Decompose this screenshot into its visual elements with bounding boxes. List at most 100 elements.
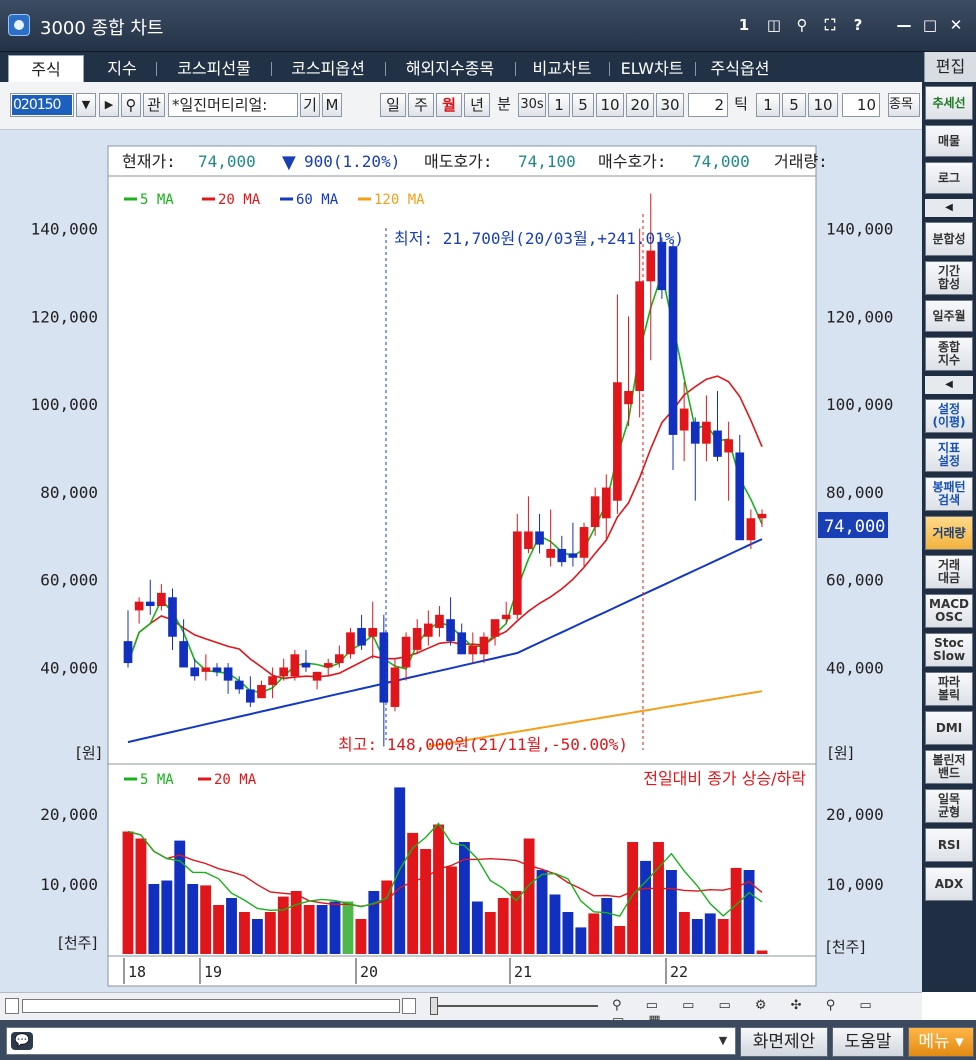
y-tick-left-0: 140,000 xyxy=(31,220,98,239)
next-stock-icon[interactable]: ▶ xyxy=(99,93,119,117)
period-year-button[interactable]: 년 xyxy=(464,93,490,117)
period-1-button[interactable]: 1 xyxy=(548,93,570,117)
sidebar-item-4[interactable]: 분합성 xyxy=(925,222,973,256)
screen-suggest-button[interactable]: 화면제안 xyxy=(740,1027,828,1057)
pin-icon[interactable]: ⚲ xyxy=(792,15,812,35)
period-month-button[interactable]: 월 xyxy=(436,93,462,117)
scroll-right-icon[interactable] xyxy=(402,998,416,1014)
tab-elw-chart[interactable]: ELW차트 xyxy=(612,55,692,82)
message-dropdown-icon[interactable]: ▼ xyxy=(713,1030,733,1052)
tab-stock[interactable]: 주식 xyxy=(8,55,84,82)
candle-body-3 xyxy=(157,592,166,607)
candle-body-31 xyxy=(468,645,478,655)
candle-body-32 xyxy=(479,636,489,655)
candle-body-10 xyxy=(234,680,244,690)
tick-5-button[interactable]: 5 xyxy=(782,93,806,117)
scroll-track[interactable] xyxy=(22,999,400,1013)
tab-index[interactable]: 지수 xyxy=(92,55,152,82)
tab-kospi-options[interactable]: 코스피옵션 xyxy=(274,55,382,82)
period-day-button[interactable]: 일 xyxy=(380,93,406,117)
volume-bar-37 xyxy=(601,898,613,954)
period-minute-label: 분 xyxy=(497,95,511,113)
x-label-2: 20 xyxy=(360,963,378,981)
scroll-left-icon[interactable] xyxy=(5,998,19,1014)
period-5-button[interactable]: 5 xyxy=(572,93,594,117)
m-button[interactable]: M xyxy=(322,93,342,117)
candle-body-52 xyxy=(702,421,711,444)
period-count-input[interactable]: 2 xyxy=(688,93,728,117)
period-30-button[interactable]: 30 xyxy=(656,93,684,117)
sidebar-item-17[interactable]: DMI xyxy=(925,711,973,745)
chart-tools-icons[interactable]: ⚲ ▭ ▭ ▭ ⚙ ✣ ⚲ ▭ ▭ ▦ xyxy=(612,998,902,1028)
close-icon[interactable]: ✕ xyxy=(946,15,966,35)
sidebar-item-18[interactable]: 볼린저 밴드 xyxy=(925,750,973,784)
sidebar-item-2[interactable]: 로그 xyxy=(925,162,973,194)
sidebar-item-3[interactable]: ◀ xyxy=(925,199,973,217)
chart-scroll-toolbar[interactable]: ⚲ ▭ ▭ ▭ ⚙ ✣ ⚲ ▭ ▭ ▦ xyxy=(0,992,922,1028)
stock-list-button[interactable]: 종목 xyxy=(888,93,920,117)
sidebar-item-20[interactable]: RSI xyxy=(925,828,973,862)
candle-body-1 xyxy=(134,601,144,611)
tab-stock-options[interactable]: 주식옵션 xyxy=(698,55,782,82)
zoom-slider-track[interactable] xyxy=(438,1005,598,1007)
help-icon[interactable]: ? xyxy=(848,15,868,35)
sidebar-item-11[interactable]: 봉패턴 검색 xyxy=(925,477,973,511)
volume-bar-5 xyxy=(187,884,199,954)
sidebar-item-13[interactable]: 거래 대금 xyxy=(925,555,973,589)
code-dropdown-icon[interactable]: ▼ xyxy=(76,93,96,117)
sidebar-item-9[interactable]: 설정 (이평) xyxy=(925,399,973,433)
fullscreen-icon[interactable]: ⛶ xyxy=(820,15,840,35)
sidebar-item-1[interactable]: 매물 xyxy=(925,125,973,157)
volume-bar-14 xyxy=(303,905,315,954)
volume-bar-28 xyxy=(484,912,496,954)
sidebar-item-14[interactable]: MACD OSC xyxy=(925,594,973,628)
candle-body-20 xyxy=(346,632,355,655)
tick-10-button[interactable]: 10 xyxy=(808,93,838,117)
stock-code-input[interactable]: 020150 xyxy=(10,93,74,117)
tick-1-button[interactable]: 1 xyxy=(756,93,780,117)
minimize-icon[interactable]: — xyxy=(894,15,914,35)
tick-count-input[interactable]: 10 xyxy=(842,93,880,117)
tick-label: 틱 xyxy=(734,95,748,113)
edit-button[interactable]: 편집 xyxy=(924,52,976,82)
period-30s-button[interactable]: 30s xyxy=(518,93,546,117)
sidebar-item-15[interactable]: Stoc Slow xyxy=(925,633,973,667)
window-split-icon[interactable]: ◫ xyxy=(764,15,784,35)
period-20-button[interactable]: 20 xyxy=(626,93,654,117)
sidebar-item-12[interactable]: 거래량 xyxy=(925,516,973,550)
stock-name-field[interactable]: *일진머티리얼: xyxy=(168,93,298,117)
help-button[interactable]: 도움말 xyxy=(832,1027,904,1057)
sidebar-item-19[interactable]: 일목 균형 xyxy=(925,789,973,823)
menu-button[interactable]: 메뉴 ▾ xyxy=(908,1027,974,1057)
gi-button[interactable]: 기 xyxy=(300,93,320,117)
sidebar-item-16[interactable]: 파라 볼릭 xyxy=(925,672,973,706)
candle-body-4 xyxy=(168,597,177,637)
sidebar-item-6[interactable]: 일주월 xyxy=(925,300,973,332)
volume-bar-13 xyxy=(290,891,302,954)
period-10-button[interactable]: 10 xyxy=(596,93,624,117)
sidebar-item-0[interactable]: 추세선 xyxy=(925,86,973,120)
zoom-slider-handle[interactable] xyxy=(430,997,438,1015)
sidebar-item-5[interactable]: 기간 합성 xyxy=(925,261,973,295)
screen-number-icon[interactable]: 1 xyxy=(734,15,754,35)
candle-body-40 xyxy=(568,553,578,558)
message-input[interactable]: 💬 ▼ xyxy=(6,1027,736,1055)
y-tick-left-4: 60,000 xyxy=(40,571,98,590)
chart-area[interactable]: 현재가: 74,000 ▼ 900(1.20%) 매도호가: 74,100 매수… xyxy=(0,130,922,992)
candle-body-56 xyxy=(746,518,756,541)
chart-canvas[interactable]: 현재가: 74,000 ▼ 900(1.20%) 매도호가: 74,100 매수… xyxy=(0,130,922,992)
sidebar-item-21[interactable]: ADX xyxy=(925,867,973,901)
tab-compare-chart[interactable]: 비교차트 xyxy=(518,55,606,82)
change-arrow-icon: ▼ xyxy=(282,152,296,173)
sidebar-item-10[interactable]: 지표 설정 xyxy=(925,438,973,472)
maximize-icon[interactable]: □ xyxy=(920,15,940,35)
sidebar-item-8[interactable]: ◀ xyxy=(925,376,973,394)
tab-overseas-index[interactable]: 해외지수종목 xyxy=(388,55,512,82)
volume-bar-47 xyxy=(730,867,742,954)
tab-kospi-futures[interactable]: 코스피선물 xyxy=(160,55,268,82)
watchlist-button[interactable]: 관 xyxy=(143,93,165,117)
volume-bar-0 xyxy=(122,831,134,954)
search-icon[interactable]: ⚲ xyxy=(121,93,141,117)
period-week-button[interactable]: 주 xyxy=(408,93,434,117)
sidebar-item-7[interactable]: 종합 지수 xyxy=(925,337,973,371)
